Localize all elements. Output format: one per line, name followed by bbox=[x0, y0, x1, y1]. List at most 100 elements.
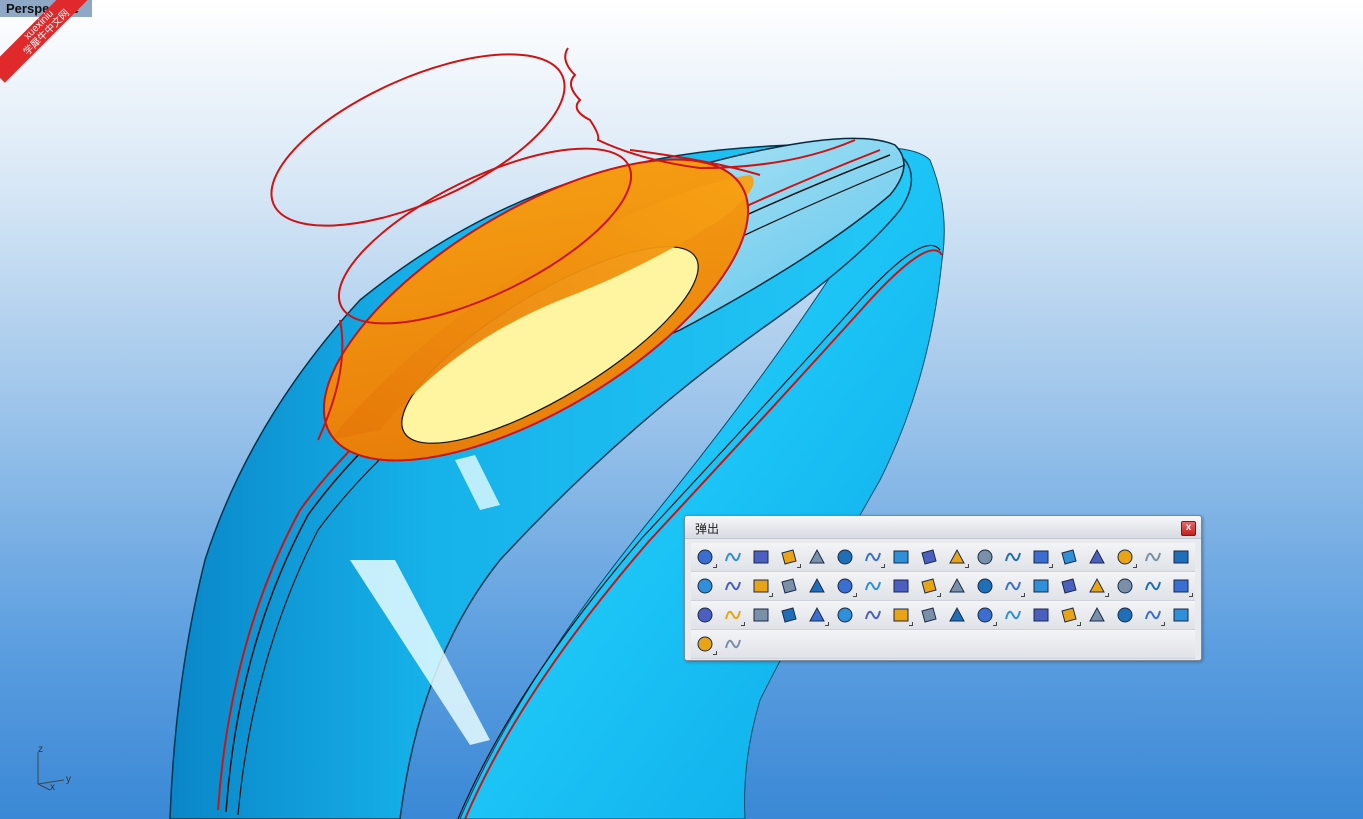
close-icon: x bbox=[1185, 522, 1192, 533]
toolbar-row bbox=[691, 630, 1195, 659]
explode-button[interactable] bbox=[917, 545, 941, 569]
gear-settings-button[interactable] bbox=[889, 545, 913, 569]
polyline-button[interactable] bbox=[805, 574, 829, 598]
half-moon-button[interactable] bbox=[1057, 603, 1081, 627]
boolean-intersect-button[interactable] bbox=[1113, 574, 1137, 598]
cylinder-button[interactable] bbox=[1001, 603, 1025, 627]
lock-button[interactable] bbox=[721, 545, 745, 569]
sphere-button[interactable] bbox=[1029, 574, 1053, 598]
cube-button[interactable] bbox=[693, 603, 717, 627]
loft-surface-icon bbox=[725, 639, 741, 649]
revolve-curve-button[interactable] bbox=[945, 545, 969, 569]
color-wheel-button[interactable] bbox=[861, 545, 885, 569]
circle-center-icon bbox=[977, 578, 993, 594]
toolbar-row bbox=[691, 543, 1195, 572]
dimension-icon bbox=[1145, 581, 1161, 591]
grid-points-button[interactable] bbox=[917, 603, 941, 627]
circle-point-icon bbox=[837, 578, 853, 594]
submenu-indicator bbox=[1021, 593, 1025, 597]
fillet-edge-button[interactable] bbox=[945, 603, 969, 627]
blend-surface-button[interactable] bbox=[1029, 545, 1053, 569]
cylinder-cap-button[interactable] bbox=[889, 574, 913, 598]
submenu-indicator bbox=[853, 593, 857, 597]
curve-bend-button[interactable] bbox=[721, 603, 745, 627]
fillet-edge-icon bbox=[949, 606, 965, 622]
shell-button[interactable] bbox=[1085, 603, 1109, 627]
submenu-indicator bbox=[769, 593, 773, 597]
cube-icon bbox=[697, 607, 713, 623]
zoom-extents-icon bbox=[781, 549, 797, 565]
vertical-points-button[interactable] bbox=[861, 603, 885, 627]
arc-icon bbox=[781, 607, 797, 623]
loft-surface-button[interactable] bbox=[721, 632, 745, 656]
plane-surface-button[interactable] bbox=[917, 574, 941, 598]
cylinder-solid-button[interactable] bbox=[889, 603, 913, 627]
layers-stack-button[interactable] bbox=[861, 574, 885, 598]
sweep1-button[interactable] bbox=[1057, 545, 1081, 569]
curve-blend-button[interactable] bbox=[749, 603, 773, 627]
surface-patch-icon bbox=[977, 549, 993, 565]
boolean-union-button[interactable] bbox=[1057, 574, 1081, 598]
cylinder-cap-icon bbox=[893, 579, 909, 593]
cap-tube-button[interactable] bbox=[1141, 603, 1165, 627]
render-sphere-button[interactable] bbox=[833, 545, 857, 569]
save-button[interactable] bbox=[749, 545, 773, 569]
cylinder-icon bbox=[1005, 610, 1021, 620]
mirror-icon bbox=[697, 578, 713, 594]
polyline-2-button[interactable] bbox=[833, 603, 857, 627]
arch-icon bbox=[1145, 552, 1161, 562]
sweep1-icon bbox=[1061, 549, 1077, 565]
points-ring-button[interactable] bbox=[1113, 545, 1137, 569]
twist-surface-button[interactable] bbox=[1169, 603, 1193, 627]
gumball-button[interactable] bbox=[749, 574, 773, 598]
shell-icon bbox=[1089, 606, 1105, 622]
popup-title-bar[interactable]: 弹出 x bbox=[685, 516, 1201, 539]
box-solid-button[interactable] bbox=[1001, 574, 1025, 598]
submenu-indicator bbox=[1189, 593, 1193, 597]
grid-points-icon bbox=[921, 607, 937, 623]
extrude-surface-button[interactable] bbox=[777, 574, 801, 598]
ellipse-solid-button[interactable] bbox=[1169, 574, 1193, 598]
planar-surface-button[interactable] bbox=[945, 574, 969, 598]
circle-center-button[interactable] bbox=[973, 574, 997, 598]
light-bulb-button[interactable] bbox=[693, 545, 717, 569]
circle-point-button[interactable] bbox=[833, 574, 857, 598]
zoom-extents-button[interactable] bbox=[777, 545, 801, 569]
vertical-points-icon bbox=[865, 610, 881, 620]
rail-revolve-button[interactable] bbox=[1169, 545, 1193, 569]
axis-label-y: y bbox=[66, 774, 71, 785]
array-button[interactable] bbox=[721, 574, 745, 598]
boolean-difference-icon bbox=[1089, 577, 1105, 593]
arc-button[interactable] bbox=[777, 603, 801, 627]
sweep2-button[interactable] bbox=[1085, 545, 1109, 569]
surface-patch-button[interactable] bbox=[973, 545, 997, 569]
revolve-curve-icon bbox=[949, 548, 965, 564]
submenu-indicator bbox=[993, 622, 997, 626]
submenu-indicator bbox=[797, 564, 801, 568]
arch-button[interactable] bbox=[1141, 545, 1165, 569]
lock-icon bbox=[725, 552, 741, 562]
model-scene[interactable] bbox=[0, 0, 1363, 819]
pipe-button[interactable] bbox=[1113, 603, 1137, 627]
axis-label-z: z bbox=[38, 744, 43, 755]
walk-person-button[interactable] bbox=[805, 603, 829, 627]
tube-button[interactable] bbox=[973, 603, 997, 627]
viewport-perspective[interactable]: Perspective xuexiniu 学犀牛中文网 z x y bbox=[0, 0, 1363, 819]
walk-person-icon bbox=[809, 606, 825, 622]
pie-solid-button[interactable] bbox=[1029, 603, 1053, 627]
boolean-difference-button[interactable] bbox=[1085, 574, 1109, 598]
network-surface-button[interactable] bbox=[1001, 545, 1025, 569]
toolbar-grid bbox=[691, 543, 1195, 659]
ellipse-solid-icon bbox=[1173, 579, 1189, 593]
boolean-union-icon bbox=[1061, 578, 1077, 594]
close-button[interactable]: x bbox=[1181, 521, 1196, 536]
dimension-button[interactable] bbox=[1141, 574, 1165, 598]
render-sphere-icon bbox=[837, 549, 853, 565]
submenu-indicator bbox=[965, 564, 969, 568]
explode-icon bbox=[921, 549, 937, 565]
popup-toolbar-window[interactable]: 弹出 x bbox=[684, 515, 1202, 661]
wireframe-sphere-button[interactable] bbox=[805, 545, 829, 569]
flag-surface-button[interactable] bbox=[693, 632, 717, 656]
mirror-button[interactable] bbox=[693, 574, 717, 598]
axis-indicator: z x y bbox=[30, 744, 80, 794]
